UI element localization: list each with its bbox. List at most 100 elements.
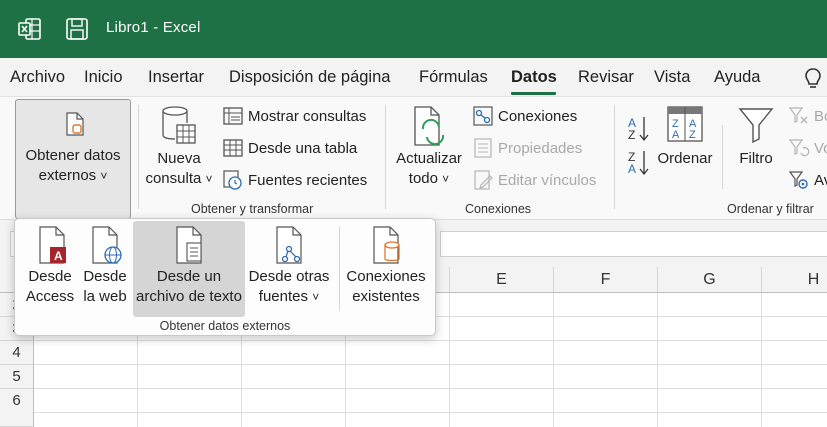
mostrar-consultas-button[interactable]: Mostrar consultas xyxy=(222,105,366,127)
row-header-5[interactable]: 5 xyxy=(0,365,34,389)
svg-text:A: A xyxy=(54,249,63,263)
tab-archivo[interactable]: Archivo xyxy=(10,68,65,87)
tab-vista[interactable]: Vista xyxy=(654,68,690,87)
sort-grid-icon: Z A A Z xyxy=(667,106,703,142)
desde-una-tabla-label: Desde una tabla xyxy=(248,139,358,157)
nueva-consulta-button[interactable]: Nueva consulta ˅ xyxy=(140,105,218,189)
tab-formulas[interactable]: Fórmulas xyxy=(419,68,488,87)
edit-links-icon xyxy=(474,170,493,190)
gridline xyxy=(34,412,827,413)
group-label-obtener-transformar: Obtener y transformar xyxy=(191,202,314,216)
svg-text:Z: Z xyxy=(689,129,696,141)
gridline xyxy=(657,293,658,427)
desde-archivo-line1: Desde un xyxy=(156,268,222,285)
gridline xyxy=(34,364,827,365)
ribbon-tabs: Archivo Inicio Insertar Disposición de p… xyxy=(0,58,827,96)
obtener-line1: Obtener datos xyxy=(25,147,121,164)
separator xyxy=(138,105,139,209)
conexiones-label: Conexiones xyxy=(498,107,578,125)
filter-funnel-icon xyxy=(738,108,774,144)
separator xyxy=(385,105,386,209)
refresh-document-icon xyxy=(414,106,445,146)
connections-icon xyxy=(473,106,493,126)
conexiones-existentes-line1: Conexiones xyxy=(346,268,426,285)
access-file-icon: A xyxy=(39,226,66,264)
excel-window: Libro1 - Excel Archivo Inicio Insertar D… xyxy=(0,0,827,427)
dropdown-group-label: Obtener datos externos xyxy=(159,319,291,333)
text-file-icon xyxy=(176,226,202,264)
desde-la-web-line2: la web xyxy=(83,288,127,305)
row-header-4[interactable]: 4 xyxy=(0,341,34,365)
recent-clock-icon xyxy=(223,170,242,190)
tab-disposicion[interactable]: Disposición de página xyxy=(229,68,390,87)
propiedades-button[interactable]: Propiedades xyxy=(472,137,582,159)
tab-datos[interactable]: Datos xyxy=(511,68,557,87)
obtener-datos-externos-menu: A Desde Access Desde la web Desde un arc… xyxy=(14,218,436,336)
desde-access-line1: Desde xyxy=(28,268,72,285)
conexiones-existentes-button[interactable]: Conexiones existentes xyxy=(343,221,429,307)
sort-az-icon[interactable]: A Z Z A xyxy=(626,113,652,181)
fuentes-recientes-button[interactable]: Fuentes recientes xyxy=(222,169,367,191)
window-title: Libro1 - Excel xyxy=(106,19,201,36)
desde-una-tabla-button[interactable]: Desde una tabla xyxy=(222,137,357,159)
existing-connections-icon xyxy=(373,226,400,264)
row-header-6[interactable]: 6 xyxy=(0,389,34,427)
obtener-datos-externos-button[interactable]: Obtener datos externos ˅ xyxy=(15,99,131,219)
tab-insertar[interactable]: Insertar xyxy=(148,68,204,87)
borrar-label: Bo xyxy=(814,107,827,125)
filtro-button[interactable]: Filtro xyxy=(730,105,782,169)
desde-otras-fuentes-button[interactable]: Desde otras fuentes ˅ xyxy=(245,221,333,307)
editar-vinculos-button[interactable]: Editar vínculos xyxy=(472,169,596,191)
desde-la-web-button[interactable]: Desde la web xyxy=(81,221,129,307)
desde-access-button[interactable]: A Desde Access xyxy=(19,221,81,307)
avanzadas-button[interactable]: Av xyxy=(788,169,827,191)
column-header-h[interactable]: H xyxy=(762,267,827,293)
conexiones-existentes-line2: existentes xyxy=(352,288,420,305)
actualizar-todo-button[interactable]: Actualizar todo ˅ xyxy=(392,105,466,189)
column-header-g[interactable]: G xyxy=(658,267,762,293)
advanced-filter-icon xyxy=(788,171,808,189)
ordenar-label: Ordenar xyxy=(657,150,713,167)
other-sources-icon xyxy=(276,226,302,264)
clear-filter-icon xyxy=(788,107,808,124)
fuentes-recientes-label: Fuentes recientes xyxy=(248,171,368,189)
svg-text:A: A xyxy=(672,129,680,141)
excel-icon[interactable] xyxy=(18,17,42,41)
conexiones-button[interactable]: Conexiones xyxy=(472,105,577,127)
chevron-down-icon: ˅ xyxy=(442,172,450,186)
tab-revisar[interactable]: Revisar xyxy=(578,68,634,87)
obtener-line2: externos xyxy=(38,167,97,184)
group-label-conexiones: Conexiones xyxy=(465,202,532,216)
mostrar-consultas-label: Mostrar consultas xyxy=(248,107,367,125)
separator xyxy=(614,105,615,209)
column-header-f[interactable]: F xyxy=(554,267,658,293)
ordenar-button[interactable]: Z A A Z Ordenar xyxy=(655,105,715,169)
chevron-down-icon: ˅ xyxy=(205,172,213,186)
lightbulb-icon[interactable] xyxy=(803,67,823,91)
nueva-line1: Nueva xyxy=(157,150,201,167)
tab-ayuda[interactable]: Ayuda xyxy=(714,68,761,87)
editar-vinculos-label: Editar vínculos xyxy=(498,171,597,189)
desde-access-line2: Access xyxy=(25,288,75,305)
database-table-icon xyxy=(162,106,196,144)
save-icon[interactable] xyxy=(64,16,90,42)
gridline xyxy=(34,340,827,341)
borrar-button[interactable]: Bo xyxy=(788,105,827,127)
document-icon xyxy=(66,112,84,136)
active-tab-indicator xyxy=(511,92,556,95)
separator xyxy=(339,227,340,311)
separator xyxy=(722,125,723,189)
propiedades-label: Propiedades xyxy=(498,139,583,157)
column-header-e[interactable]: E xyxy=(450,267,554,293)
tab-inicio[interactable]: Inicio xyxy=(84,68,123,87)
ribbon: Obtener datos externos ˅ Nueva consulta … xyxy=(0,96,827,220)
svg-text:A: A xyxy=(628,162,636,176)
properties-icon xyxy=(474,138,492,158)
desde-archivo-de-texto-button[interactable]: Desde un archivo de texto xyxy=(133,221,245,317)
web-file-icon xyxy=(92,226,122,264)
volver-aplicar-button[interactable]: Vo xyxy=(788,137,827,159)
title-bar: Libro1 - Excel xyxy=(0,0,827,58)
chevron-down-icon: ˅ xyxy=(312,290,320,304)
formula-input[interactable] xyxy=(440,231,827,257)
avanzadas-label: Av xyxy=(814,171,827,189)
